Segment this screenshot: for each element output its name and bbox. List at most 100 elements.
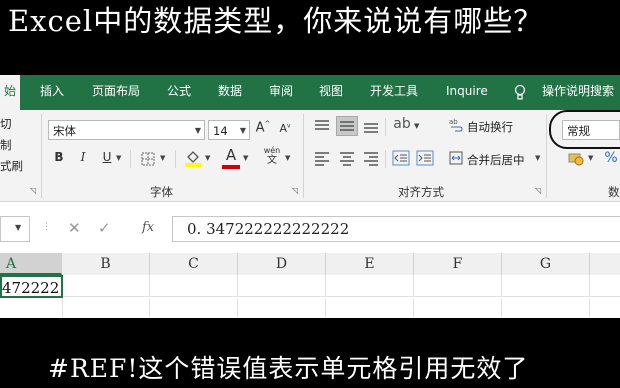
tab-page-layout[interactable]: 页面布局	[92, 75, 140, 110]
wrap-text-button[interactable]: 自动换行	[467, 119, 513, 135]
decrease-font-size-button[interactable]: Av	[278, 122, 292, 135]
column-header-d[interactable]: D	[238, 253, 326, 275]
column-header-h[interactable]	[590, 253, 620, 275]
tab-view[interactable]: 视图	[319, 75, 343, 110]
tab-inquire[interactable]: Inquire	[446, 75, 488, 110]
font-size-select[interactable]: 14 ▼	[208, 120, 250, 140]
divider	[130, 150, 131, 168]
copy-button[interactable]: 制	[0, 137, 12, 153]
tab-review[interactable]: 审阅	[269, 75, 293, 110]
column-header-f[interactable]: F	[414, 253, 502, 275]
tab-data[interactable]: 数据	[218, 75, 242, 110]
column-header-g[interactable]: G	[502, 253, 590, 275]
cell-b2[interactable]	[63, 298, 150, 318]
chevron-down-icon[interactable]: ▼	[285, 154, 290, 162]
svg-text:ab: ab	[449, 118, 458, 126]
underline-button[interactable]: U	[100, 150, 114, 164]
clipboard-launcher-icon[interactable]: ◹	[30, 186, 36, 195]
align-middle-icon[interactable]	[336, 116, 358, 136]
cell-b1[interactable]	[63, 275, 150, 297]
name-box[interactable]: ▼	[0, 216, 30, 242]
cancel-icon[interactable]: ✕	[68, 219, 81, 237]
font-color-button[interactable]: A	[222, 146, 240, 164]
align-left-icon[interactable]	[313, 150, 331, 166]
borders-icon[interactable]	[140, 151, 156, 167]
cell-h1[interactable]	[590, 275, 620, 297]
increase-font-size-button[interactable]: A^	[255, 120, 271, 135]
cell-e2[interactable]	[326, 298, 414, 318]
lightbulb-icon[interactable]	[514, 84, 526, 101]
chevron-down-icon[interactable]: ▼	[414, 122, 419, 130]
chevron-down-icon[interactable]: ▼	[588, 154, 593, 162]
font-size-value: 14	[213, 124, 228, 138]
tab-developer[interactable]: 开发工具	[370, 75, 418, 110]
group-divider	[41, 114, 42, 198]
font-launcher-icon[interactable]: ◹	[292, 186, 298, 195]
top-caption: Excel中的数据类型，你来说说有哪些？	[8, 4, 544, 38]
chevron-down-icon[interactable]: ▼	[116, 154, 121, 162]
tab-insert[interactable]: 插入	[40, 75, 64, 110]
cell-c1[interactable]	[150, 275, 238, 297]
cell-a1[interactable]: 472222	[0, 275, 63, 298]
insert-function-icon[interactable]: fx	[142, 220, 154, 235]
cell-a2[interactable]	[0, 298, 63, 318]
enter-check-icon[interactable]: ✓	[98, 219, 111, 237]
tell-me-search[interactable]: 操作说明搜索	[542, 75, 614, 110]
cell-e1[interactable]	[326, 275, 414, 297]
ribbon-home: 切 制 式刷 ◹ 宋体 ▼ 14 ▼ A^ Av B I U ▼ ▼ ▼ A ▼…	[0, 110, 620, 202]
cell-d2[interactable]	[238, 298, 326, 318]
align-right-icon[interactable]	[362, 150, 380, 166]
italic-button[interactable]: I	[76, 150, 90, 164]
column-header-a[interactable]: A	[0, 253, 62, 275]
cell-h2[interactable]	[590, 298, 620, 318]
group-divider	[303, 114, 304, 198]
more-options-icon[interactable]: ⋮	[42, 222, 51, 232]
chevron-down-icon[interactable]: ▼	[205, 154, 210, 162]
column-header-b[interactable]: B	[62, 253, 150, 275]
merge-center-button[interactable]: 合并后居中	[467, 152, 525, 168]
accounting-format-icon[interactable]	[568, 150, 584, 166]
column-header-e[interactable]: E	[326, 253, 414, 275]
align-bottom-icon[interactable]	[362, 118, 380, 134]
format-painter-button[interactable]: 式刷	[0, 158, 23, 174]
decrease-font-icon: A	[279, 122, 287, 135]
bold-button[interactable]: B	[52, 150, 66, 164]
chevron-down-icon[interactable]: ▼	[243, 154, 248, 162]
formula-input[interactable]: 0. 347222222222222	[172, 216, 620, 242]
cut-button[interactable]: 切	[0, 116, 12, 132]
orientation-icon[interactable]: ab	[392, 116, 412, 136]
align-center-icon[interactable]	[338, 150, 356, 166]
font-color-icon: A	[225, 146, 237, 164]
font-group-label: 字体	[150, 185, 173, 199]
worksheet-grid: 472222	[0, 275, 620, 318]
cell-f2[interactable]	[414, 298, 502, 318]
phonetic-label: wén	[263, 146, 281, 155]
divider	[175, 150, 176, 168]
percent-style-button[interactable]: %	[602, 150, 620, 166]
increase-indent-icon[interactable]	[416, 150, 434, 166]
chevron-down-icon[interactable]: ▼	[15, 223, 21, 232]
font-family-select[interactable]: 宋体 ▼	[48, 120, 205, 140]
phonetic-guide-button[interactable]: wén 文	[262, 146, 282, 166]
tab-formulas[interactable]: 公式	[167, 75, 191, 110]
fill-color-icon[interactable]	[184, 148, 202, 168]
decrease-indent-icon[interactable]	[392, 150, 410, 166]
alignment-launcher-icon[interactable]: ◹	[535, 186, 541, 195]
cell-d1[interactable]	[238, 275, 326, 297]
cell-a1-value: 472222	[2, 279, 60, 297]
tab-home[interactable]: 始	[0, 75, 21, 110]
cell-g1[interactable]	[502, 275, 590, 297]
align-top-icon[interactable]	[313, 118, 331, 134]
font-color-bar	[222, 165, 240, 169]
chevron-down-icon[interactable]: ▼	[535, 154, 540, 162]
merge-center-icon[interactable]	[449, 150, 463, 166]
cell-g2[interactable]	[502, 298, 590, 318]
chevron-down-icon: ▼	[194, 126, 201, 135]
highlight-circle	[549, 110, 620, 149]
column-header-c[interactable]: C	[150, 253, 238, 275]
chevron-down-icon[interactable]: ▼	[160, 154, 165, 162]
cell-c2[interactable]	[150, 298, 238, 318]
wrap-text-icon[interactable]: ab	[449, 117, 463, 133]
formula-input-value: 0. 347222222222222	[187, 220, 350, 238]
cell-f1[interactable]	[414, 275, 502, 297]
